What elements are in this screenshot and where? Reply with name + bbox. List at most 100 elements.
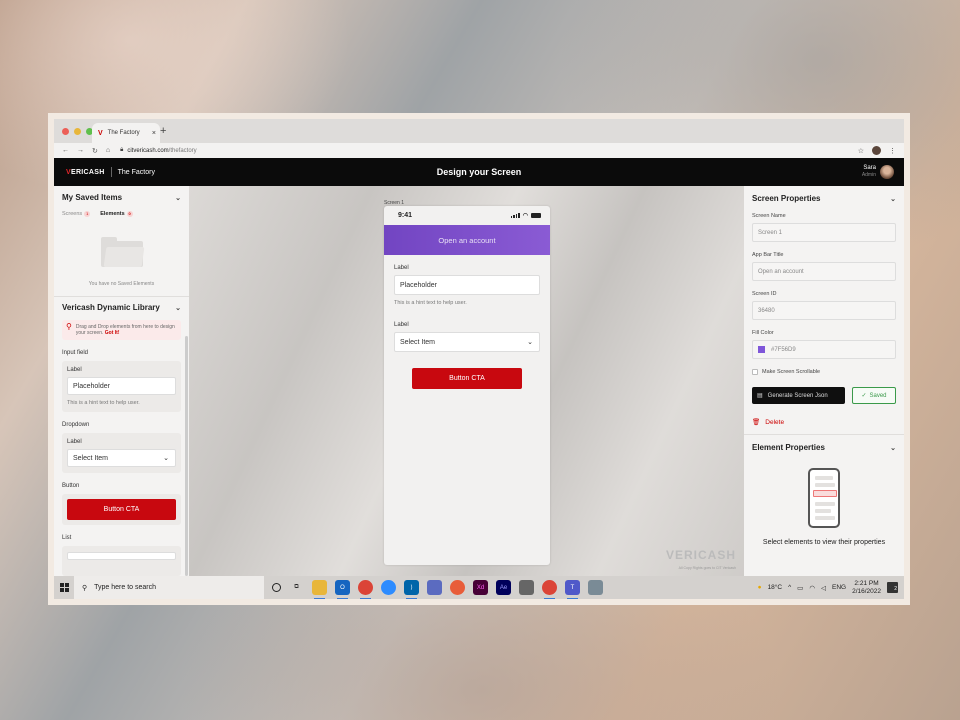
back-icon[interactable]: ←: [62, 147, 69, 155]
volume-icon[interactable]: ◁: [821, 584, 826, 592]
app-bar-title-input[interactable]: Open an account: [752, 262, 896, 281]
canvas-dropdown[interactable]: Select Item ⌄: [394, 332, 540, 352]
scrollable-checkbox[interactable]: [752, 369, 758, 375]
new-tab-button[interactable]: +: [160, 125, 166, 137]
screen-name-field-group: Screen Name Screen 1: [752, 213, 896, 242]
network-icon[interactable]: ◠: [809, 584, 815, 592]
tab-elements[interactable]: Elements 0: [100, 211, 133, 217]
task-view-icon[interactable]: ⧉: [289, 580, 304, 595]
got-it-link[interactable]: Got It!: [105, 330, 120, 336]
library-button-element[interactable]: Button CTA: [62, 494, 181, 525]
library-list-element[interactable]: [62, 546, 181, 576]
app-icon[interactable]: [519, 580, 534, 595]
url-field[interactable]: 🔒︎ citvericash.com/thefactory: [120, 147, 197, 154]
tab-screens[interactable]: Screens 1: [62, 211, 91, 217]
outlook-icon[interactable]: O: [335, 580, 350, 599]
chrome-icon[interactable]: [358, 580, 373, 599]
weather-icon[interactable]: ●: [758, 584, 762, 591]
tab-favicon-icon: V: [98, 129, 103, 137]
chevron-down-icon[interactable]: ⌄: [890, 444, 896, 452]
input-field-section-label: Input field: [62, 350, 89, 356]
reload-icon[interactable]: ↻: [92, 147, 98, 155]
screen-id-label: Screen ID: [752, 291, 777, 297]
saved-button[interactable]: ✓ Saved: [852, 387, 896, 404]
notification-icon[interactable]: 2: [887, 582, 898, 593]
app-icon[interactable]: [450, 580, 465, 595]
generate-json-button[interactable]: ▤ Generate Screen Json: [752, 387, 845, 404]
screen-name-label: Screen Name: [752, 213, 786, 219]
close-tab-icon[interactable]: ×: [152, 130, 156, 137]
color-swatch[interactable]: [758, 346, 765, 353]
weather-temp[interactable]: 18°C: [768, 584, 783, 591]
screen-id-field-group: Screen ID 36480: [752, 291, 896, 320]
bookmark-star-icon[interactable]: ☆: [858, 147, 864, 155]
cortana-icon[interactable]: [272, 583, 281, 592]
hint-text: Drag and Drop elements from here to desi…: [75, 324, 175, 336]
chevron-down-icon[interactable]: ⌄: [175, 194, 181, 202]
taskbar-search[interactable]: ⚲ Type here to search: [74, 576, 264, 599]
library-header[interactable]: Vericash Dynamic Library ⌄: [62, 303, 181, 312]
element-properties-header[interactable]: Element Properties ⌄: [752, 443, 896, 452]
library-input-field-element[interactable]: Label Placeholder This is a hint text to…: [62, 361, 181, 412]
fill-color-value: #7F56D9: [771, 346, 796, 353]
right-panel: Screen Properties ⌄ Screen Name Screen 1…: [744, 186, 904, 576]
clock[interactable]: 2:21 PM 2/16/2022: [852, 580, 881, 596]
app-header: VERICASH The Factory Design your Screen …: [54, 158, 904, 186]
dropdown-section-label: Dropdown: [62, 422, 90, 428]
scrollable-checkbox-row[interactable]: Make Screen Scrollable: [752, 369, 896, 375]
close-window-dot[interactable]: [62, 128, 69, 135]
screen-id-input[interactable]: 36480: [752, 301, 896, 320]
app-icon[interactable]: [427, 580, 442, 595]
library-title: Vericash Dynamic Library: [62, 303, 160, 312]
phone-app-bar[interactable]: Open an account: [384, 225, 550, 255]
check-circle-icon: ✓: [861, 393, 867, 399]
minimize-window-dot[interactable]: [74, 128, 81, 135]
taskbar-apps: ⧉ O ⟩ Xd Ae T: [272, 580, 603, 599]
saved-items-header[interactable]: My Saved Items ⌄: [62, 193, 181, 202]
zoom-icon[interactable]: [381, 580, 396, 595]
page-title: Design your Screen: [436, 167, 522, 177]
canvas-input-label: Label: [394, 265, 409, 271]
after-effects-icon[interactable]: Ae: [496, 580, 511, 595]
start-button[interactable]: [54, 583, 74, 592]
user-menu[interactable]: Sara Admin: [862, 165, 894, 179]
more-menu-icon[interactable]: ⋮: [889, 147, 896, 155]
screen-name-input[interactable]: Screen 1: [752, 223, 896, 242]
profile-avatar[interactable]: [872, 146, 881, 155]
chevron-down-icon[interactable]: ⌄: [890, 195, 896, 203]
file-explorer-icon[interactable]: [312, 580, 327, 599]
xd-icon[interactable]: Xd: [473, 580, 488, 595]
windows-logo-icon: [59, 583, 69, 592]
language-indicator[interactable]: ENG: [832, 584, 846, 591]
battery-icon[interactable]: ▭: [797, 584, 803, 592]
app-bar-title-label: App Bar Title: [752, 252, 784, 258]
teams-icon[interactable]: T: [565, 580, 580, 599]
product-name: The Factory: [117, 168, 155, 176]
trash-icon: 🗑︎: [752, 419, 761, 426]
left-panel-scrollbar[interactable]: [185, 336, 188, 576]
app-icon[interactable]: [588, 580, 603, 595]
chrome-icon[interactable]: [542, 580, 557, 599]
delete-button[interactable]: 🗑︎ Delete: [752, 418, 896, 427]
fill-color-input[interactable]: #7F56D9: [752, 340, 896, 359]
lock-icon: 🔒︎: [120, 147, 124, 153]
vericash-watermark: VERICASH: [665, 548, 736, 562]
browser-tab[interactable]: V The Factory ×: [92, 123, 160, 143]
fill-color-field-group: Fill Color #7F56D9: [752, 330, 896, 359]
search-icon: ⚲: [82, 584, 88, 592]
phone-screen-preview[interactable]: 9:41 ◠ Open an account Label Placeholder…: [384, 206, 550, 565]
vscode-icon[interactable]: ⟩: [404, 580, 419, 599]
screen-properties-header[interactable]: Screen Properties ⌄: [752, 194, 896, 203]
browser-window: V The Factory × + ← → ↻ ⌂ 🔒︎ citvericash…: [48, 113, 910, 605]
canvas-cta-button[interactable]: Button CTA: [412, 368, 522, 389]
design-canvas[interactable]: Screen 1 9:41 ◠ Open an account Label Pl…: [189, 186, 744, 576]
screen-properties-title: Screen Properties: [752, 194, 821, 203]
chevron-up-icon[interactable]: ^: [788, 584, 791, 591]
forward-icon[interactable]: →: [77, 147, 84, 155]
document-icon: ▤: [757, 393, 763, 399]
canvas-input-field[interactable]: Placeholder: [394, 275, 540, 295]
home-icon[interactable]: ⌂: [106, 147, 110, 155]
library-dropdown-element[interactable]: Label Select Item ⌄: [62, 433, 181, 473]
chevron-down-icon[interactable]: ⌄: [175, 304, 181, 312]
avatar[interactable]: [880, 165, 894, 179]
